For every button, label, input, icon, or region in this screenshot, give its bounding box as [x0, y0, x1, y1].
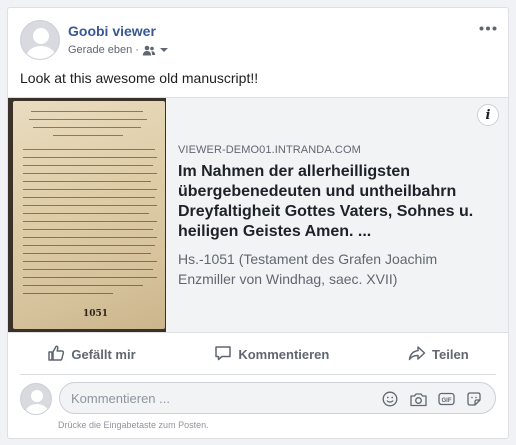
post-actions: Gefällt mir Kommentieren Teilen — [8, 338, 508, 370]
user-avatar[interactable] — [20, 383, 52, 415]
post-card: Goobi viewer Gerade eben · Look at this … — [7, 7, 509, 439]
audience-dropdown-icon[interactable] — [159, 46, 169, 54]
link-description: Hs.-1051 (Testament des Grafen Joachim E… — [178, 251, 438, 287]
svg-text:GIF: GIF — [441, 398, 451, 404]
comment-hint: Drücke die Eingabetaste zum Posten. — [58, 420, 209, 430]
post-header: Goobi viewer Gerade eben · — [20, 20, 500, 62]
manuscript-page-image: 1051 — [13, 101, 165, 329]
manuscript-page-number: 1051 — [83, 309, 109, 319]
comment-input[interactable] — [71, 390, 361, 406]
post-meta: Gerade eben · — [68, 44, 169, 56]
link-domain: VIEWER-DEMO01.INTRANDA.COM — [178, 144, 361, 156]
comment-button[interactable]: Kommentieren — [214, 344, 329, 365]
comment-composer: GIF — [20, 382, 496, 416]
page-avatar[interactable] — [20, 20, 60, 60]
gif-icon[interactable]: GIF — [437, 390, 455, 408]
comment-box[interactable]: GIF — [59, 382, 496, 414]
info-icon[interactable]: i — [477, 104, 499, 126]
post-text: Look at this awesome old manuscript!! — [20, 70, 259, 86]
link-info[interactable]: VIEWER-DEMO01.INTRANDA.COM Im Nahmen der… — [178, 144, 488, 289]
share-icon — [408, 344, 426, 365]
manuscript-thumbnail[interactable]: 1051 — [8, 98, 166, 332]
more-icon[interactable] — [476, 20, 500, 36]
post-timestamp[interactable]: Gerade eben — [68, 44, 132, 56]
share-label: Teilen — [432, 346, 469, 362]
emoji-icon[interactable] — [381, 390, 399, 408]
like-label: Gefällt mir — [71, 346, 136, 362]
link-title[interactable]: Im Nahmen der allerheilligsten übergeben… — [178, 162, 488, 242]
comment-tools: GIF — [381, 390, 483, 408]
people-icon[interactable] — [142, 45, 156, 56]
meta-separator: · — [135, 44, 139, 56]
comment-label: Kommentieren — [238, 346, 330, 362]
like-button[interactable]: Gefällt mir — [47, 344, 136, 365]
thumbs-up-icon — [47, 344, 65, 365]
camera-icon[interactable] — [409, 390, 427, 408]
comment-icon — [214, 344, 232, 365]
sticker-icon[interactable] — [465, 390, 483, 408]
link-attachment[interactable]: 1051 i VIEWER-DEMO01.INTRANDA.COM Im Nah… — [8, 97, 508, 333]
page-name-link[interactable]: Goobi viewer — [68, 23, 156, 39]
actions-divider — [20, 374, 496, 375]
share-button[interactable]: Teilen — [408, 344, 469, 365]
